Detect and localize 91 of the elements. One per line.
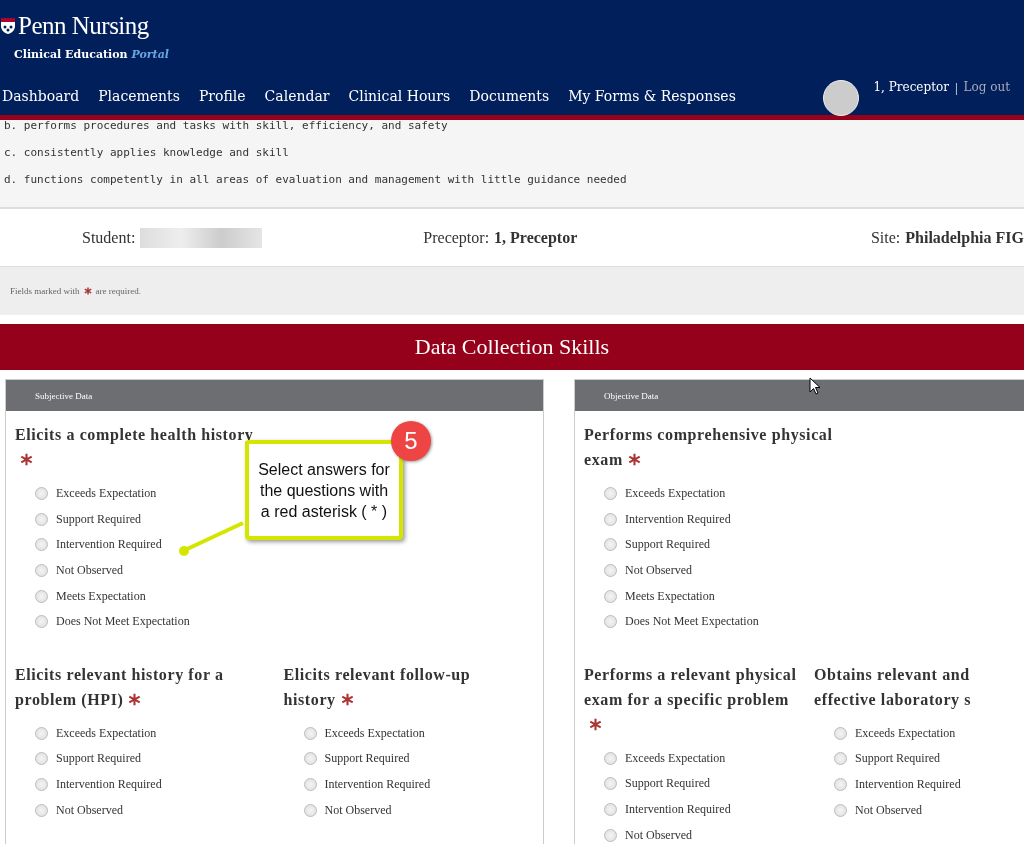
nav-link[interactable]: Placements xyxy=(98,88,180,104)
step-badge: 5 xyxy=(391,421,431,461)
radio-button[interactable] xyxy=(303,778,317,792)
option-label: Not Observed xyxy=(56,802,123,818)
radio-button[interactable] xyxy=(35,564,48,578)
question-title: Obtains relevant and effective laboratory s xyxy=(814,664,973,711)
question-title: Performs comprehensive physical exam xyxy=(584,425,834,470)
option-label: Intervention Required xyxy=(625,802,731,818)
option-label: Intervention Required xyxy=(56,777,162,793)
option-label: Support Required xyxy=(324,751,410,767)
radio-button[interactable] xyxy=(604,487,617,501)
separator: | xyxy=(954,80,958,96)
logo-subtitle: Clinical Education Portal xyxy=(14,48,169,61)
radio-button[interactable] xyxy=(35,487,48,501)
nav-link[interactable]: My Forms & Responses xyxy=(568,88,736,104)
question-title: Elicits relevant history for a problem (HPI) xyxy=(15,664,225,711)
radio-button[interactable] xyxy=(834,803,847,817)
radio-button[interactable] xyxy=(604,751,617,765)
radio-button[interactable] xyxy=(35,726,48,740)
radio-button[interactable] xyxy=(834,726,847,740)
option-label: Intervention Required xyxy=(855,777,961,793)
option-label: Not Observed xyxy=(625,563,692,579)
option-label: Meets Expectation xyxy=(56,588,146,604)
option-label: Not Observed xyxy=(625,827,692,843)
radio-button[interactable] xyxy=(35,589,48,603)
option-label: Exceeds Expectation xyxy=(324,725,425,741)
avatar[interactable] xyxy=(823,80,860,116)
required-note: are required. xyxy=(95,286,141,296)
option-label: Exceeds Expectation xyxy=(56,486,157,502)
radio-button[interactable] xyxy=(604,803,617,817)
scale-description: d. functions competently in all areas of evaluation and management with little guidance needed xyxy=(4,172,628,188)
option-label: Exceeds Expectation xyxy=(56,725,157,741)
option-label: Exceeds Expectation xyxy=(855,725,956,741)
radio-button[interactable] xyxy=(604,615,617,629)
cursor-icon xyxy=(809,377,821,395)
nav-link[interactable]: Documents xyxy=(469,88,550,104)
radio-button[interactable] xyxy=(35,803,48,817)
radio-button[interactable] xyxy=(604,777,617,791)
option-label: Support Required xyxy=(56,751,141,767)
nav-link[interactable]: Clinical Hours xyxy=(348,88,451,104)
radio-button[interactable] xyxy=(303,726,317,740)
nav-link[interactable]: Profile xyxy=(198,88,246,104)
option-label: Does Not Meet Expectation xyxy=(56,614,190,630)
option-label: Support Required xyxy=(625,776,710,792)
option-label: Exceeds Expectation xyxy=(625,486,726,502)
option-label: Intervention Required xyxy=(56,537,162,553)
radio-button[interactable] xyxy=(604,564,617,578)
radio-button[interactable] xyxy=(604,512,617,526)
student-label: Student: xyxy=(82,228,136,247)
option-label: Not Observed xyxy=(56,563,123,579)
radio-button[interactable] xyxy=(35,778,48,792)
asterisk-icon xyxy=(83,287,92,295)
site-name: Philadelphia FIG xyxy=(905,228,1024,247)
logout-link[interactable]: Log out xyxy=(963,80,1010,94)
radio-button[interactable] xyxy=(303,752,317,766)
radio-button[interactable] xyxy=(834,752,847,766)
radio-button[interactable] xyxy=(35,512,48,526)
option-label: Does Not Meet Expectation xyxy=(625,614,759,630)
radio-button[interactable] xyxy=(303,803,317,817)
user-name: 1, Preceptor xyxy=(873,80,949,94)
radio-button[interactable] xyxy=(604,589,617,603)
option-label: Intervention Required xyxy=(324,777,431,793)
nav-link[interactable]: Dashboard xyxy=(2,88,80,104)
section-title: Data Collection Skills xyxy=(414,334,610,360)
radio-button[interactable] xyxy=(35,538,48,552)
radio-button[interactable] xyxy=(604,538,617,552)
panel-title: Objective Data xyxy=(604,390,659,401)
option-label: Support Required xyxy=(855,751,940,767)
question-title: Performs a relevant physical exam for a specific problem xyxy=(584,661,805,737)
radio-button[interactable] xyxy=(35,615,48,629)
scale-description: b. performs procedures and tasks with skill, efficiency, and safety xyxy=(4,118,449,134)
preceptor-label: Preceptor: xyxy=(423,228,490,247)
nav-link[interactable]: Calendar xyxy=(264,88,330,104)
scale-description: c. consistently applies knowledge and skill xyxy=(4,145,290,161)
option-label: Support Required xyxy=(56,511,141,527)
logo-title: Penn Nursing xyxy=(18,12,149,40)
option-label: Not Observed xyxy=(324,802,392,818)
option-label: Support Required xyxy=(625,537,710,553)
question-title: Elicits relevant follow-up history xyxy=(283,664,472,711)
required-note: Fields marked with xyxy=(10,286,80,296)
preceptor-name: 1, Preceptor xyxy=(494,228,578,247)
site-label: Site: xyxy=(870,228,901,247)
option-label: Intervention Required xyxy=(625,511,731,527)
panel-title: Subjective Data xyxy=(35,390,93,401)
callout-text: Select answers for the questions with a red asterisk ( * ) xyxy=(257,459,391,522)
radio-button[interactable] xyxy=(834,778,847,792)
radio-button[interactable] xyxy=(604,828,617,842)
option-label: Not Observed xyxy=(855,802,922,818)
radio-button[interactable] xyxy=(35,752,48,766)
option-label: Meets Expectation xyxy=(625,588,715,604)
option-label: Exceeds Expectation xyxy=(625,750,726,766)
